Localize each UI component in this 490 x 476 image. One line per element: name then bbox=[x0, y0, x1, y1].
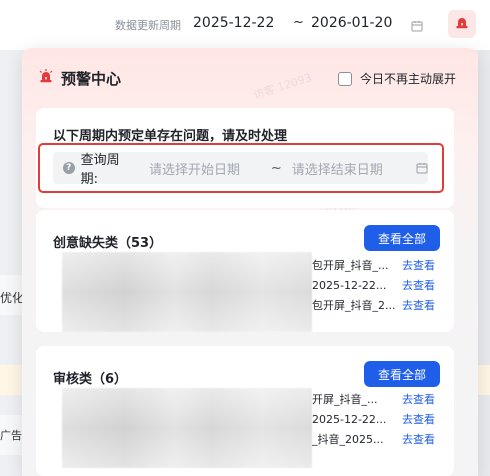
list-item: 2025-12-22... 去查看 bbox=[312, 276, 442, 294]
end-date-input[interactable]: 请选择结束日期 bbox=[292, 159, 398, 178]
category-card: 审核类（6） 查看全部 开屏_抖音_... 去查看 2025-12-22... … bbox=[36, 346, 454, 476]
go-view-link[interactable]: 去查看 bbox=[402, 391, 435, 407]
end-date-value[interactable]: 2026-01-20 bbox=[311, 15, 392, 31]
calendar-icon[interactable] bbox=[411, 17, 423, 32]
panel-title: 预警中心 bbox=[61, 69, 122, 88]
query-period-highlight: ? 查询周期: 请选择开始日期 ~ 请选择结束日期 bbox=[38, 143, 444, 193]
query-period-label: 查询周期: bbox=[80, 153, 120, 187]
item-name: 开屏_抖音_... bbox=[312, 393, 378, 406]
category-card: 创意缺失类（53） 查看全部 包开屏_抖音_... 去查看 2025-12-22… bbox=[36, 210, 454, 332]
calendar-icon[interactable] bbox=[416, 162, 428, 174]
list-item: 2025-12-22... 去查看 bbox=[312, 410, 442, 428]
background-highlight-row bbox=[478, 365, 490, 395]
top-bar: 数据更新周期 2025-12-22 ~ 2026-01-20 bbox=[0, 0, 490, 50]
background-row-text: 广告 bbox=[0, 429, 22, 442]
notice-text: 以下周期内预定单存在问题，请及时处理 bbox=[53, 129, 288, 144]
view-all-button[interactable]: 查看全部 bbox=[364, 361, 440, 387]
view-all-button[interactable]: 查看全部 bbox=[364, 225, 440, 251]
date-separator: ~ bbox=[270, 160, 282, 176]
background-right-strip bbox=[478, 50, 490, 476]
no-auto-expand-checkbox[interactable] bbox=[337, 71, 352, 86]
item-name: 包开屏_抖音_2... bbox=[312, 299, 396, 312]
question-circle-icon: ? bbox=[63, 162, 75, 174]
date-separator: ~ bbox=[293, 15, 304, 30]
go-view-link[interactable]: 去查看 bbox=[402, 411, 435, 427]
query-period-picker[interactable]: ? 查询周期: 请选择开始日期 ~ 请选择结束日期 bbox=[53, 152, 428, 187]
go-view-link[interactable]: 去查看 bbox=[402, 431, 435, 447]
category-title: 创意缺失类（53） bbox=[53, 236, 163, 251]
item-name: 2025-12-22... bbox=[312, 278, 387, 292]
list-item: 包开屏_抖音_... 去查看 bbox=[312, 256, 442, 274]
background-row-text: 优化 bbox=[0, 291, 25, 305]
redacted-content bbox=[62, 388, 312, 468]
go-view-link[interactable]: 去查看 bbox=[402, 277, 435, 293]
list-item: 包开屏_抖音_2... 去查看 bbox=[312, 296, 442, 314]
item-name: 包开屏_抖音_... bbox=[312, 259, 389, 272]
watermark: 访客 12093 bbox=[251, 70, 314, 103]
item-name: _抖音_2025... bbox=[312, 433, 384, 446]
alarm-icon bbox=[38, 68, 54, 88]
item-name: 2025-12-22... bbox=[312, 412, 387, 426]
list-item: _抖音_2025... 去查看 bbox=[312, 430, 442, 448]
redacted-content bbox=[62, 252, 312, 332]
start-date-input[interactable]: 请选择开始日期 bbox=[149, 159, 265, 178]
no-auto-expand-toggle[interactable]: 今日不再主动展开 bbox=[337, 70, 456, 87]
alarm-button[interactable] bbox=[448, 10, 476, 38]
list-item: 开屏_抖音_... 去查看 bbox=[312, 390, 442, 408]
go-view-link[interactable]: 去查看 bbox=[402, 257, 435, 273]
no-auto-expand-label: 今日不再主动展开 bbox=[359, 72, 456, 86]
start-date-value[interactable]: 2025-12-22 bbox=[193, 15, 274, 31]
panel-header: 预警中心 bbox=[38, 67, 121, 89]
date-range-label: 数据更新周期 bbox=[115, 19, 181, 32]
category-title: 审核类（6） bbox=[53, 372, 128, 387]
warning-center-panel: 访客 12093 168847622092 168847622092 访客 12… bbox=[22, 48, 478, 476]
alarm-icon bbox=[454, 14, 470, 34]
notice-card: 以下周期内预定单存在问题，请及时处理 ? 查询周期: 请选择开始日期 ~ 请选择… bbox=[36, 108, 454, 208]
go-view-link[interactable]: 去查看 bbox=[402, 297, 435, 313]
